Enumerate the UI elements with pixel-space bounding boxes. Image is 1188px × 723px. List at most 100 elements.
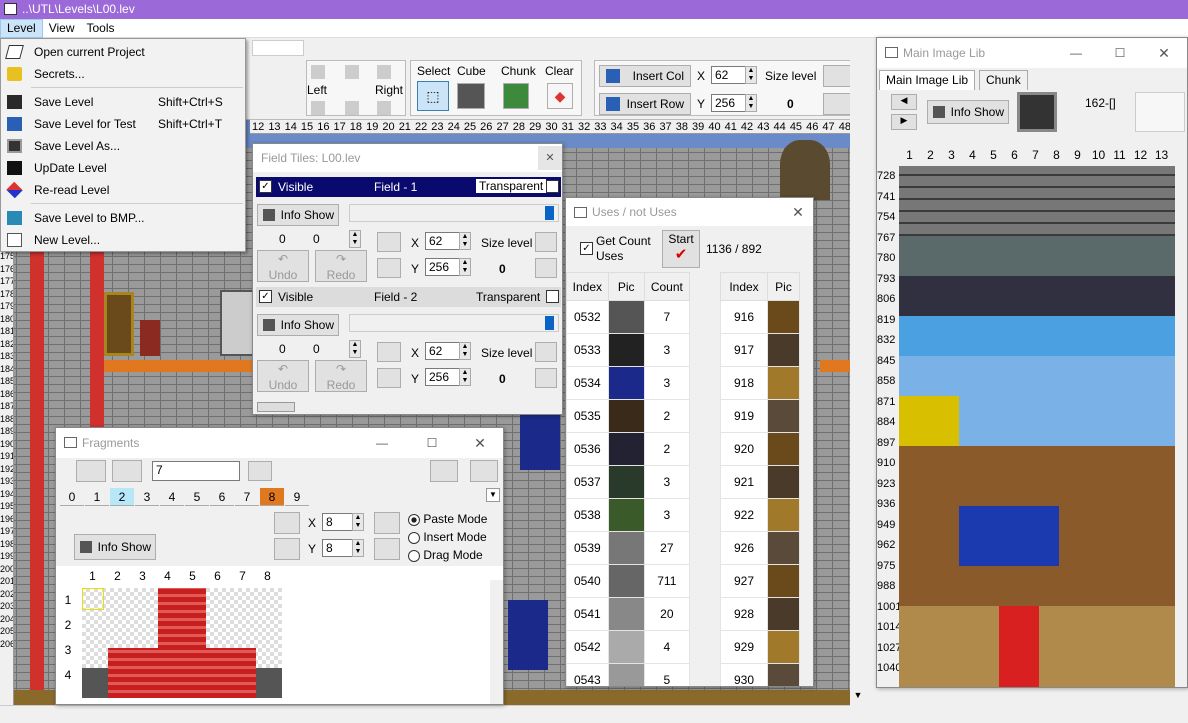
fragment-scrollbar[interactable] xyxy=(490,580,503,704)
layer2-x-spinner[interactable]: ▲ ▼ xyxy=(459,342,471,360)
layer2-visible-checkbox[interactable]: ✓ xyxy=(259,290,272,303)
close-icon[interactable]: ✕ xyxy=(783,198,813,226)
table-row[interactable]: 930 xyxy=(720,663,800,686)
arrow-down-left-icon[interactable] xyxy=(311,101,325,115)
table-row[interactable]: 928 xyxy=(720,597,800,631)
layer1-insert-col-button[interactable] xyxy=(377,232,401,252)
layer2-size-up-button[interactable] xyxy=(535,342,557,362)
arrow-up-right-icon[interactable] xyxy=(377,65,391,79)
table-row[interactable]: 0540 711 xyxy=(566,564,691,598)
maximize-icon[interactable]: ☐ xyxy=(1105,38,1135,68)
table-row[interactable]: 0539 27 xyxy=(566,531,691,565)
table-row[interactable]: 922 xyxy=(720,498,800,532)
layer2-y-spinner[interactable]: ▲ ▼ xyxy=(459,368,471,386)
menu-view[interactable]: View xyxy=(43,19,81,38)
fragments-tool-button[interactable] xyxy=(248,461,272,481)
table-row[interactable]: 0533 3 xyxy=(566,333,691,367)
fragment-tab[interactable]: 8 xyxy=(260,488,284,506)
layer2-size-down-button[interactable] xyxy=(535,368,557,388)
fragments-x-spinner[interactable]: ▲ ▼ xyxy=(352,513,364,531)
layer1-redo-button[interactable]: ↷ Redo xyxy=(315,250,367,282)
tab-main-image-lib[interactable]: Main Image Lib xyxy=(879,70,976,90)
menu-secrets[interactable]: Secrets... xyxy=(1,63,245,85)
insert-col-button[interactable]: Insert Col xyxy=(599,65,691,87)
fragments-size-up-button[interactable] xyxy=(374,512,400,534)
menu-new-level[interactable]: New Level... xyxy=(1,229,245,251)
image-lib-tiles[interactable] xyxy=(899,166,1175,687)
fragments-col-button[interactable] xyxy=(274,512,300,534)
layer2-info-show-button[interactable]: Info Show xyxy=(257,314,339,336)
uses-scrollbar[interactable] xyxy=(698,298,712,668)
layer1-transparent-checkbox[interactable] xyxy=(546,180,559,193)
fragment-tab[interactable]: 5 xyxy=(185,488,209,506)
fragment-tab[interactable]: 0 xyxy=(60,488,84,506)
y-spinner[interactable]: ▲ ▼ xyxy=(745,94,757,112)
tab-chunk[interactable]: Chunk xyxy=(979,70,1028,90)
close-icon[interactable]: ✕ xyxy=(1149,38,1179,68)
arrow-down-icon[interactable] xyxy=(345,101,359,115)
x-spinner[interactable]: ▲ ▼ xyxy=(745,66,757,84)
grid-view-button[interactable] xyxy=(430,460,458,482)
fragment-tab[interactable]: 9 xyxy=(285,488,309,506)
right-label[interactable]: Right xyxy=(375,83,403,97)
menu-save-bmp[interactable]: Save Level to BMP... xyxy=(1,207,245,229)
table-row[interactable]: 917 xyxy=(720,333,800,367)
layer1-y-spinner[interactable]: ▲ ▼ xyxy=(459,258,471,276)
layer2-redo-button[interactable]: ↷ Redo xyxy=(315,360,367,392)
fragments-insert-row-button[interactable] xyxy=(112,460,142,482)
close-icon[interactable]: ✕ xyxy=(538,146,562,170)
menu-tools[interactable]: Tools xyxy=(80,19,120,38)
layer2-transparent-checkbox[interactable] xyxy=(546,290,559,303)
layer1-insert-row-button[interactable] xyxy=(377,258,401,278)
chunk-tool-button[interactable] xyxy=(503,83,529,109)
table-row[interactable]: 918 xyxy=(720,366,800,400)
layer1-visible-checkbox[interactable]: ✓ xyxy=(259,180,272,193)
minimize-icon[interactable]: — xyxy=(1061,38,1091,68)
layer1-size-down-button[interactable] xyxy=(535,258,557,278)
layer2-undo-button[interactable]: ↶ Undo xyxy=(257,360,309,392)
table-row[interactable]: 0535 2 xyxy=(566,399,691,433)
table-row[interactable]: 929 xyxy=(720,630,800,664)
table-row[interactable]: 921 xyxy=(720,465,800,499)
menu-level[interactable]: Level xyxy=(0,19,43,38)
insert-mode-radio[interactable]: Insert Mode xyxy=(408,530,487,548)
fragment-tab[interactable]: 7 xyxy=(235,488,259,506)
table-row[interactable]: 0541 20 xyxy=(566,597,691,631)
fragment-value-input[interactable]: 7 xyxy=(152,461,240,481)
layer2-slider[interactable] xyxy=(349,314,559,332)
image-lib-info-show-button[interactable]: Info Show xyxy=(927,100,1009,124)
menu-save-level-test[interactable]: Save Level for Test Shift+Ctrl+T xyxy=(1,113,245,135)
layer2-insert-col-button[interactable] xyxy=(377,342,401,362)
layer1-x-spinner[interactable]: ▲ ▼ xyxy=(459,232,471,250)
close-icon[interactable]: ✕ xyxy=(465,428,495,458)
start-button[interactable]: Start ✔ xyxy=(662,230,700,268)
table-row[interactable]: 0542 4 xyxy=(566,630,691,664)
fragment-tab[interactable]: 4 xyxy=(160,488,184,506)
layer1-undo-spinner[interactable]: ▲ ▼ xyxy=(349,230,361,248)
uses-scrollbar-right[interactable] xyxy=(800,378,813,678)
layer1-size-up-button[interactable] xyxy=(535,232,557,252)
left-label[interactable]: Left xyxy=(307,83,327,97)
fragments-row-button[interactable] xyxy=(274,538,300,560)
menu-save-level[interactable]: Save Level Shift+Ctrl+S xyxy=(1,91,245,113)
select-tool-button[interactable]: ⬚ xyxy=(417,81,449,111)
menu-open-project[interactable]: Open current Project xyxy=(1,41,245,63)
layer2-undo-spinner[interactable]: ▲ ▼ xyxy=(349,340,361,358)
scroll-down-icon[interactable]: ▼ xyxy=(852,690,864,702)
fragment-tab[interactable]: 6 xyxy=(210,488,234,506)
table-row[interactable]: 0532 7 xyxy=(566,300,691,334)
table-row[interactable]: 0538 3 xyxy=(566,498,691,532)
layer1-undo-button[interactable]: ↶ Undo xyxy=(257,250,309,282)
drag-mode-radio[interactable]: Drag Mode xyxy=(408,548,487,566)
layer2-insert-row-button[interactable] xyxy=(377,368,401,388)
fragments-size-down-button[interactable] xyxy=(374,538,400,560)
fragments-info-show-button[interactable]: Info Show xyxy=(74,534,156,560)
arrow-up-icon[interactable] xyxy=(345,65,359,79)
arrow-down-right-icon[interactable] xyxy=(377,101,391,115)
table-row[interactable]: 0537 3 xyxy=(566,465,691,499)
fragment-view-button[interactable] xyxy=(470,460,498,482)
image-lib-scrollbar[interactable] xyxy=(1175,148,1187,687)
vertical-scrollbar[interactable] xyxy=(850,38,876,723)
horizontal-scrollbar[interactable] xyxy=(0,705,850,723)
menu-reread-level[interactable]: Re-read Level xyxy=(1,179,245,201)
